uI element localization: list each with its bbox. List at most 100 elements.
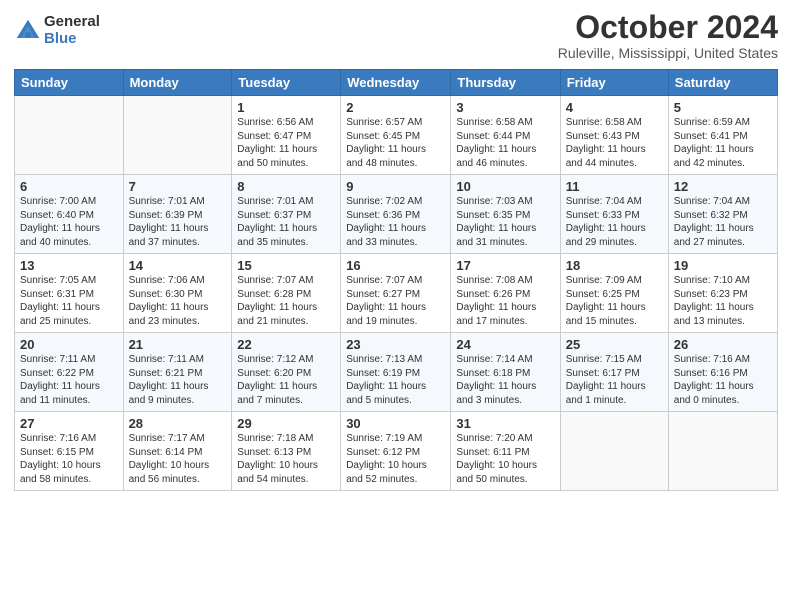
calendar-header-tuesday: Tuesday	[232, 70, 341, 96]
calendar-cell: 23Sunrise: 7:13 AM Sunset: 6:19 PM Dayli…	[341, 333, 451, 412]
calendar-header-wednesday: Wednesday	[341, 70, 451, 96]
calendar-cell: 26Sunrise: 7:16 AM Sunset: 6:16 PM Dayli…	[668, 333, 777, 412]
calendar-cell: 7Sunrise: 7:01 AM Sunset: 6:39 PM Daylig…	[123, 175, 232, 254]
calendar-cell: 6Sunrise: 7:00 AM Sunset: 6:40 PM Daylig…	[15, 175, 124, 254]
day-info: Sunrise: 6:58 AM Sunset: 6:43 PM Dayligh…	[566, 116, 663, 170]
day-number: 21	[129, 337, 227, 352]
day-info: Sunrise: 7:16 AM Sunset: 6:15 PM Dayligh…	[20, 432, 118, 486]
calendar-cell: 24Sunrise: 7:14 AM Sunset: 6:18 PM Dayli…	[451, 333, 560, 412]
calendar-cell: 10Sunrise: 7:03 AM Sunset: 6:35 PM Dayli…	[451, 175, 560, 254]
calendar-week-1: 1Sunrise: 6:56 AM Sunset: 6:47 PM Daylig…	[15, 96, 778, 175]
day-number: 16	[346, 258, 445, 273]
day-info: Sunrise: 7:13 AM Sunset: 6:19 PM Dayligh…	[346, 353, 445, 407]
calendar-cell: 29Sunrise: 7:18 AM Sunset: 6:13 PM Dayli…	[232, 412, 341, 491]
day-info: Sunrise: 7:18 AM Sunset: 6:13 PM Dayligh…	[237, 432, 335, 486]
calendar-cell: 17Sunrise: 7:08 AM Sunset: 6:26 PM Dayli…	[451, 254, 560, 333]
day-number: 25	[566, 337, 663, 352]
logo-blue: Blue	[44, 31, 100, 48]
calendar-week-3: 13Sunrise: 7:05 AM Sunset: 6:31 PM Dayli…	[15, 254, 778, 333]
day-number: 7	[129, 179, 227, 194]
day-info: Sunrise: 7:02 AM Sunset: 6:36 PM Dayligh…	[346, 195, 445, 249]
calendar-header-row: SundayMondayTuesdayWednesdayThursdayFrid…	[15, 70, 778, 96]
day-info: Sunrise: 7:16 AM Sunset: 6:16 PM Dayligh…	[674, 353, 772, 407]
day-number: 22	[237, 337, 335, 352]
day-info: Sunrise: 7:20 AM Sunset: 6:11 PM Dayligh…	[456, 432, 554, 486]
calendar-week-2: 6Sunrise: 7:00 AM Sunset: 6:40 PM Daylig…	[15, 175, 778, 254]
day-number: 12	[674, 179, 772, 194]
day-info: Sunrise: 7:07 AM Sunset: 6:28 PM Dayligh…	[237, 274, 335, 328]
day-number: 17	[456, 258, 554, 273]
calendar-header-sunday: Sunday	[15, 70, 124, 96]
day-number: 27	[20, 416, 118, 431]
day-number: 23	[346, 337, 445, 352]
title-area: October 2024 Ruleville, Mississippi, Uni…	[558, 10, 778, 61]
day-number: 31	[456, 416, 554, 431]
day-number: 13	[20, 258, 118, 273]
day-number: 26	[674, 337, 772, 352]
calendar-cell: 20Sunrise: 7:11 AM Sunset: 6:22 PM Dayli…	[15, 333, 124, 412]
day-info: Sunrise: 7:05 AM Sunset: 6:31 PM Dayligh…	[20, 274, 118, 328]
day-number: 15	[237, 258, 335, 273]
day-info: Sunrise: 7:19 AM Sunset: 6:12 PM Dayligh…	[346, 432, 445, 486]
day-number: 28	[129, 416, 227, 431]
calendar-cell	[123, 96, 232, 175]
calendar-cell: 3Sunrise: 6:58 AM Sunset: 6:44 PM Daylig…	[451, 96, 560, 175]
day-number: 1	[237, 100, 335, 115]
calendar-cell: 28Sunrise: 7:17 AM Sunset: 6:14 PM Dayli…	[123, 412, 232, 491]
day-number: 3	[456, 100, 554, 115]
calendar-header-saturday: Saturday	[668, 70, 777, 96]
calendar-header-thursday: Thursday	[451, 70, 560, 96]
day-info: Sunrise: 7:11 AM Sunset: 6:22 PM Dayligh…	[20, 353, 118, 407]
day-info: Sunrise: 7:11 AM Sunset: 6:21 PM Dayligh…	[129, 353, 227, 407]
calendar-cell: 27Sunrise: 7:16 AM Sunset: 6:15 PM Dayli…	[15, 412, 124, 491]
day-number: 4	[566, 100, 663, 115]
logo-general: General	[44, 14, 100, 31]
day-info: Sunrise: 7:17 AM Sunset: 6:14 PM Dayligh…	[129, 432, 227, 486]
day-info: Sunrise: 7:08 AM Sunset: 6:26 PM Dayligh…	[456, 274, 554, 328]
day-info: Sunrise: 6:57 AM Sunset: 6:45 PM Dayligh…	[346, 116, 445, 170]
day-info: Sunrise: 6:59 AM Sunset: 6:41 PM Dayligh…	[674, 116, 772, 170]
calendar-header-friday: Friday	[560, 70, 668, 96]
calendar-cell: 18Sunrise: 7:09 AM Sunset: 6:25 PM Dayli…	[560, 254, 668, 333]
calendar-cell: 1Sunrise: 6:56 AM Sunset: 6:47 PM Daylig…	[232, 96, 341, 175]
day-number: 8	[237, 179, 335, 194]
calendar-cell: 5Sunrise: 6:59 AM Sunset: 6:41 PM Daylig…	[668, 96, 777, 175]
calendar-week-5: 27Sunrise: 7:16 AM Sunset: 6:15 PM Dayli…	[15, 412, 778, 491]
header: General Blue October 2024 Ruleville, Mis…	[14, 10, 778, 61]
day-info: Sunrise: 7:06 AM Sunset: 6:30 PM Dayligh…	[129, 274, 227, 328]
day-info: Sunrise: 7:12 AM Sunset: 6:20 PM Dayligh…	[237, 353, 335, 407]
day-info: Sunrise: 7:04 AM Sunset: 6:33 PM Dayligh…	[566, 195, 663, 249]
location: Ruleville, Mississippi, United States	[558, 45, 778, 61]
day-number: 9	[346, 179, 445, 194]
day-number: 29	[237, 416, 335, 431]
calendar-cell: 12Sunrise: 7:04 AM Sunset: 6:32 PM Dayli…	[668, 175, 777, 254]
day-info: Sunrise: 7:15 AM Sunset: 6:17 PM Dayligh…	[566, 353, 663, 407]
day-info: Sunrise: 7:14 AM Sunset: 6:18 PM Dayligh…	[456, 353, 554, 407]
calendar-week-4: 20Sunrise: 7:11 AM Sunset: 6:22 PM Dayli…	[15, 333, 778, 412]
day-number: 5	[674, 100, 772, 115]
calendar-cell: 9Sunrise: 7:02 AM Sunset: 6:36 PM Daylig…	[341, 175, 451, 254]
day-info: Sunrise: 7:01 AM Sunset: 6:39 PM Dayligh…	[129, 195, 227, 249]
day-info: Sunrise: 7:09 AM Sunset: 6:25 PM Dayligh…	[566, 274, 663, 328]
calendar-cell: 22Sunrise: 7:12 AM Sunset: 6:20 PM Dayli…	[232, 333, 341, 412]
day-number: 6	[20, 179, 118, 194]
day-number: 14	[129, 258, 227, 273]
day-number: 10	[456, 179, 554, 194]
logo-text: General Blue	[44, 14, 100, 47]
month-title: October 2024	[558, 10, 778, 45]
calendar-cell: 21Sunrise: 7:11 AM Sunset: 6:21 PM Dayli…	[123, 333, 232, 412]
day-info: Sunrise: 7:07 AM Sunset: 6:27 PM Dayligh…	[346, 274, 445, 328]
day-info: Sunrise: 7:01 AM Sunset: 6:37 PM Dayligh…	[237, 195, 335, 249]
calendar-cell: 31Sunrise: 7:20 AM Sunset: 6:11 PM Dayli…	[451, 412, 560, 491]
day-info: Sunrise: 7:04 AM Sunset: 6:32 PM Dayligh…	[674, 195, 772, 249]
calendar-cell	[668, 412, 777, 491]
calendar-header-monday: Monday	[123, 70, 232, 96]
calendar-cell: 11Sunrise: 7:04 AM Sunset: 6:33 PM Dayli…	[560, 175, 668, 254]
day-number: 24	[456, 337, 554, 352]
calendar-cell: 4Sunrise: 6:58 AM Sunset: 6:43 PM Daylig…	[560, 96, 668, 175]
day-info: Sunrise: 7:00 AM Sunset: 6:40 PM Dayligh…	[20, 195, 118, 249]
day-info: Sunrise: 7:10 AM Sunset: 6:23 PM Dayligh…	[674, 274, 772, 328]
calendar-cell: 14Sunrise: 7:06 AM Sunset: 6:30 PM Dayli…	[123, 254, 232, 333]
day-info: Sunrise: 7:03 AM Sunset: 6:35 PM Dayligh…	[456, 195, 554, 249]
calendar-cell: 16Sunrise: 7:07 AM Sunset: 6:27 PM Dayli…	[341, 254, 451, 333]
